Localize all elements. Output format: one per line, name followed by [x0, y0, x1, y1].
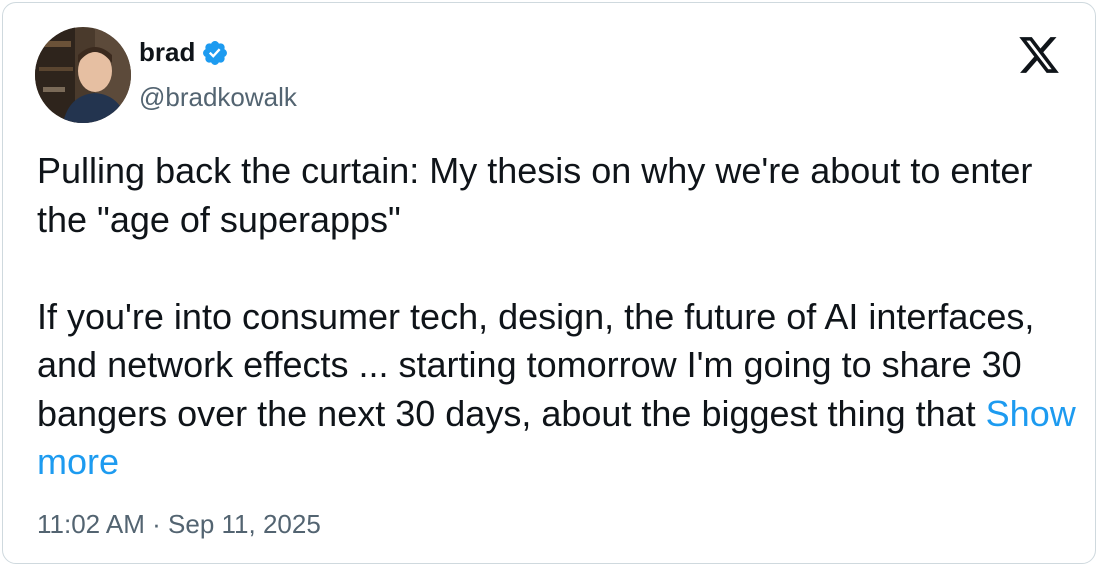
- tweet-body: Pulling back the curtain: My thesis on w…: [37, 147, 1077, 487]
- author-display-name[interactable]: brad: [139, 37, 195, 68]
- verified-badge-icon: [203, 40, 228, 65]
- avatar[interactable]: [35, 27, 131, 123]
- tweet-paragraph-1: Pulling back the curtain: My thesis on w…: [37, 150, 1043, 240]
- avatar-image: [35, 27, 131, 123]
- tweet-card: brad @bradkowalk Pulling back the curtai…: [2, 2, 1096, 564]
- tweet-paragraph-2: If you're into consumer tech, design, th…: [37, 295, 1045, 434]
- tweet-timestamp[interactable]: 11:02 AM · Sep 11, 2025: [37, 509, 321, 540]
- author-name-row: brad: [139, 37, 229, 68]
- x-logo-icon[interactable]: [1017, 33, 1061, 77]
- author-handle[interactable]: @bradkowalk: [139, 82, 297, 113]
